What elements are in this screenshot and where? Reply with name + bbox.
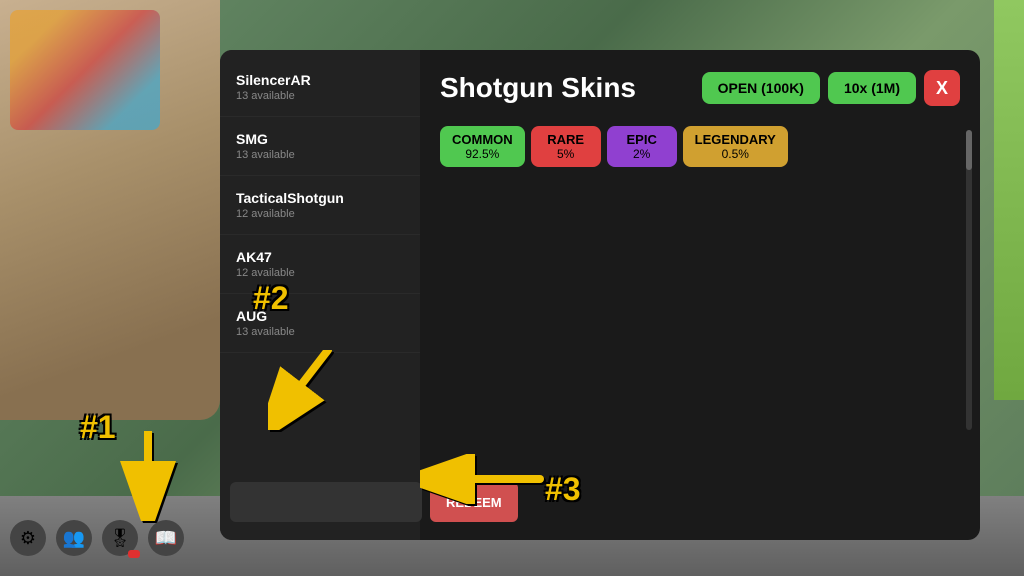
- book-icon[interactable]: 📖: [148, 520, 184, 556]
- arrow-3: [420, 454, 550, 504]
- graffiti-bg: [10, 10, 160, 130]
- sidebar-item-silencerar[interactable]: SilencerAR 13 available: [220, 58, 420, 117]
- sidebar-item-ak47-label: AK47: [236, 249, 404, 265]
- annotation-2: #2: [253, 280, 289, 317]
- sidebar-item-ak47-sub: 12 available: [236, 267, 404, 279]
- sidebar-item-smg[interactable]: SMG 13 available: [220, 117, 420, 176]
- rarity-common-name: COMMON: [452, 132, 513, 147]
- scroll-thumb[interactable]: [966, 130, 972, 170]
- rarity-common-pct: 92.5%: [452, 147, 513, 161]
- annotation-1: #1: [80, 409, 116, 446]
- people-icon[interactable]: 👥: [56, 520, 92, 556]
- sidebar-item-silencerar-sub: 13 available: [236, 90, 404, 102]
- sidebar-item-aug[interactable]: AUG 13 available: [220, 294, 420, 353]
- rarity-common: COMMON 92.5%: [440, 126, 525, 167]
- badge-icon[interactable]: 🎖: [102, 520, 138, 556]
- sidebar-bottom: REDEEM: [220, 472, 420, 532]
- rarity-epic: EPIC 2%: [607, 126, 677, 167]
- modal: SilencerAR 13 available SMG 13 available…: [220, 50, 980, 540]
- rarity-legendary-pct: 0.5%: [695, 147, 776, 161]
- rarity-epic-name: EPIC: [619, 132, 665, 147]
- sidebar-item-tacticalshotgun-sub: 12 available: [236, 208, 404, 220]
- sidebar-item-smg-label: SMG: [236, 131, 404, 147]
- sidebar-item-aug-sub: 13 available: [236, 326, 404, 338]
- rarity-legendary-name: LEGENDARY: [695, 132, 776, 147]
- grass-bg: [994, 0, 1024, 400]
- arrow-2: [268, 350, 348, 430]
- sidebar-item-silencerar-label: SilencerAR: [236, 72, 404, 88]
- header-buttons: OPEN (100K) 10x (1M) X: [702, 70, 960, 106]
- arrow-1: [118, 431, 178, 521]
- bottom-icons: ⚙ 👥 🎖 📖: [10, 520, 184, 556]
- gear-icon[interactable]: ⚙: [10, 520, 46, 556]
- sidebar-item-smg-sub: 13 available: [236, 149, 404, 161]
- page-title: Shotgun Skins: [440, 72, 636, 104]
- main-header: Shotgun Skins OPEN (100K) 10x (1M) X: [440, 70, 960, 106]
- rarity-rare: RARE 5%: [531, 126, 601, 167]
- rarity-epic-pct: 2%: [619, 147, 665, 161]
- sidebar: SilencerAR 13 available SMG 13 available…: [220, 50, 420, 540]
- rarity-row: COMMON 92.5% RARE 5% EPIC 2% LEGENDARY 0…: [440, 126, 960, 167]
- sidebar-item-tacticalshotgun[interactable]: TacticalShotgun 12 available: [220, 176, 420, 235]
- sidebar-item-ak47[interactable]: AK47 12 available: [220, 235, 420, 294]
- rarity-rare-pct: 5%: [543, 147, 589, 161]
- scrollbar[interactable]: [966, 130, 972, 430]
- code-input[interactable]: [230, 482, 422, 522]
- rarity-rare-name: RARE: [543, 132, 589, 147]
- rarity-legendary: LEGENDARY 0.5%: [683, 126, 788, 167]
- annotation-3: #3: [545, 471, 581, 508]
- open-button[interactable]: OPEN (100K): [702, 72, 820, 104]
- open-10x-button[interactable]: 10x (1M): [828, 72, 916, 104]
- sidebar-item-tacticalshotgun-label: TacticalShotgun: [236, 190, 404, 206]
- close-button[interactable]: X: [924, 70, 960, 106]
- badge-notification: [128, 550, 140, 558]
